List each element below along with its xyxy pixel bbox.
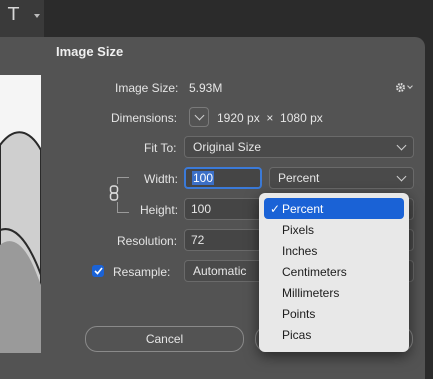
menu-item-millimeters[interactable]: Millimeters — [264, 282, 404, 303]
gear-menu-chevron-icon — [407, 83, 413, 89]
gear-icon — [395, 82, 406, 92]
tool-strip — [0, 0, 44, 37]
dimensions-value: 1920 px × 1080 px — [217, 111, 323, 125]
chevron-down-icon — [396, 171, 407, 182]
settings-gear-icon[interactable] — [395, 80, 413, 94]
height-value: 100 — [191, 202, 212, 216]
fit-to-label: Fit To: — [144, 141, 177, 155]
menu-item-label: Pixels — [282, 222, 315, 237]
width-value: 100 — [192, 171, 215, 185]
cancel-button[interactable]: Cancel — [85, 326, 244, 352]
resample-checkbox[interactable] — [92, 265, 104, 277]
width-unit-value: Percent — [278, 171, 320, 185]
menu-item-label: Millimeters — [282, 285, 340, 300]
menu-item-centimeters[interactable]: Centimeters — [264, 261, 404, 282]
check-icon: ✓ — [270, 201, 281, 216]
menu-item-picas[interactable]: Picas — [264, 324, 404, 345]
resample-value: Automatic — [193, 264, 247, 278]
resolution-value: 72 — [191, 233, 205, 247]
height-label: Height: — [140, 203, 179, 217]
menu-item-percent[interactable]: ✓ Percent — [264, 198, 404, 219]
height-input[interactable]: 100 — [184, 198, 262, 220]
tool-flyout-indicator-icon — [34, 14, 40, 18]
image-preview — [0, 75, 41, 353]
checkmark-icon — [93, 267, 103, 275]
chain-link-icon — [109, 185, 119, 201]
menu-item-label: Points — [282, 306, 316, 321]
text-tool-icon[interactable]: T — [8, 4, 19, 25]
unit-dropdown-menu: ✓ Percent Pixels Inches Centimeters Mill… — [259, 193, 409, 352]
preview-image — [0, 75, 41, 353]
menu-item-label: Centimeters — [282, 264, 347, 279]
chevron-down-icon — [194, 110, 204, 121]
resample-label: Resample: — [113, 265, 171, 279]
dialog-title: Image Size — [56, 44, 124, 59]
menu-item-label: Inches — [282, 243, 318, 258]
dimensions-label: Dimensions: — [111, 111, 178, 125]
menu-item-label: Percent — [282, 201, 324, 216]
fit-to-value: Original Size — [193, 140, 262, 154]
width-unit-select[interactable]: Percent — [269, 167, 414, 189]
image-size-label: Image Size: — [115, 81, 179, 95]
chevron-down-icon — [396, 140, 407, 151]
image-size-value: 5.93M — [189, 81, 223, 95]
cancel-button-label: Cancel — [145, 332, 184, 346]
menu-item-points[interactable]: Points — [264, 303, 404, 324]
menu-item-pixels[interactable]: Pixels — [264, 219, 404, 240]
menu-item-label: Picas — [282, 327, 312, 342]
fit-to-select[interactable]: Original Size — [184, 136, 414, 158]
menu-item-inches[interactable]: Inches — [264, 240, 404, 261]
resolution-input[interactable]: 72 — [184, 229, 262, 251]
width-input[interactable]: 100 — [184, 167, 262, 189]
width-label: Width: — [144, 172, 179, 186]
resolution-label: Resolution: — [117, 234, 178, 248]
dimensions-units-dropdown[interactable] — [189, 107, 209, 127]
link-icon[interactable] — [107, 184, 121, 202]
